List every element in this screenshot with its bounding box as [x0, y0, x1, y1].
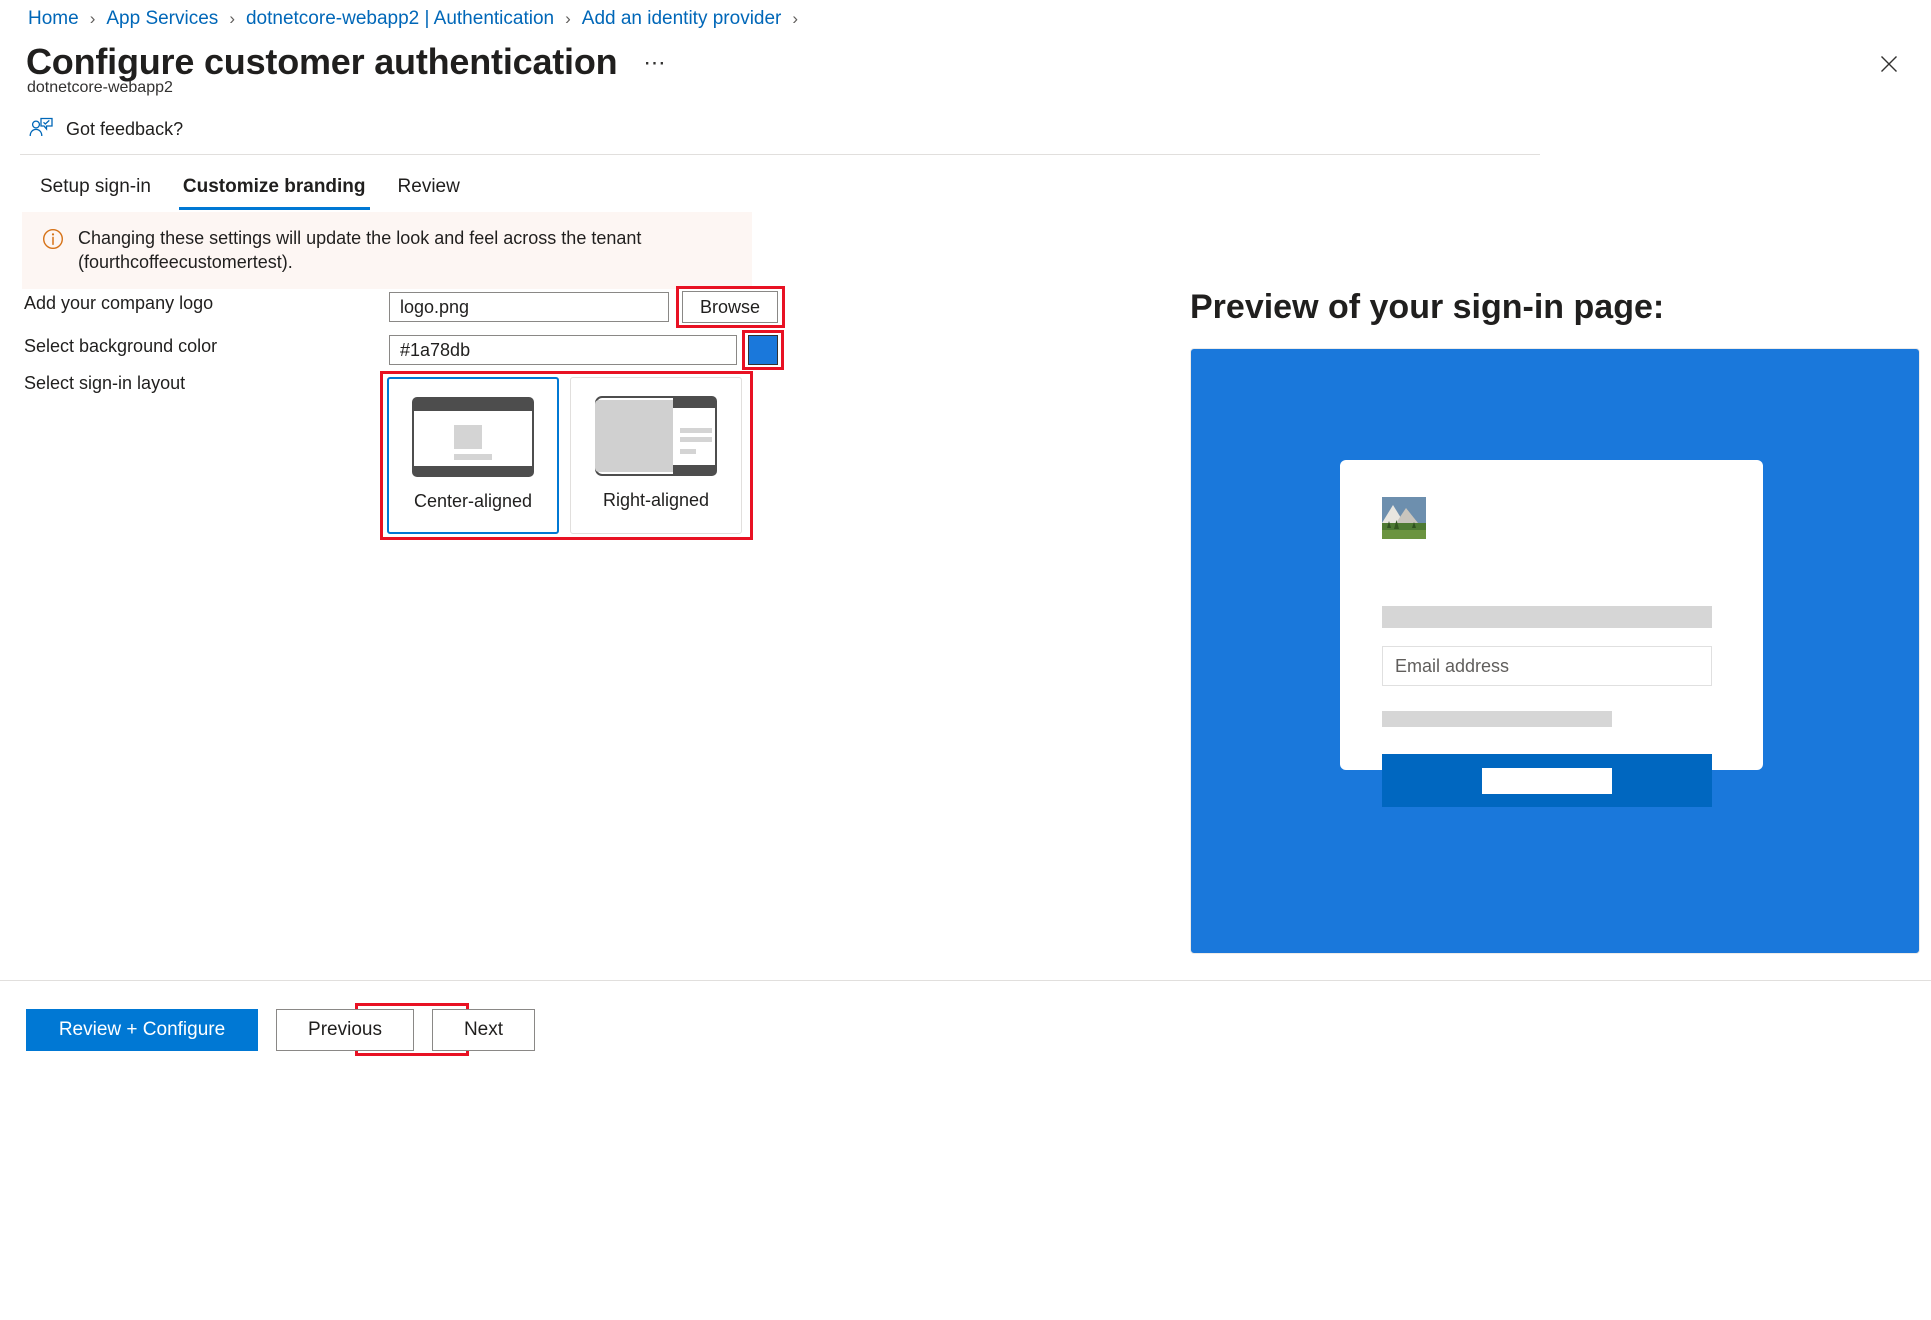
feedback-person-icon	[29, 117, 53, 137]
tab-review[interactable]: Review	[382, 170, 476, 210]
preview-company-logo	[1382, 497, 1426, 539]
layout-option-label: Center-aligned	[413, 491, 533, 511]
preview-sign-in-card: Email address	[1340, 460, 1763, 807]
breadcrumb: Home › App Services › dotnetcore-webapp2…	[28, 8, 809, 30]
breadcrumb-item-app-services[interactable]: App Services	[106, 8, 218, 30]
tab-setup-sign-in[interactable]: Setup sign-in	[24, 170, 167, 210]
background-color-input[interactable]	[389, 335, 737, 365]
preview-heading-placeholder	[1382, 606, 1712, 628]
label-background-color: Select background color	[24, 336, 218, 356]
info-banner: Changing these settings will update the …	[22, 212, 752, 289]
breadcrumb-item-authentication[interactable]: dotnetcore-webapp2 | Authentication	[246, 8, 554, 30]
info-banner-text: Changing these settings will update the …	[78, 228, 642, 273]
close-button[interactable]	[1869, 44, 1909, 84]
preview-sign-in-button[interactable]	[1382, 754, 1712, 807]
label-company-logo: Add your company logo	[24, 293, 214, 313]
page-header: Configure customer authentication ⋯	[26, 42, 667, 82]
breadcrumb-separator: ›	[229, 9, 235, 28]
sign-in-preview-panel: Email address	[1190, 348, 1920, 954]
breadcrumb-separator: ›	[565, 9, 571, 28]
info-circle-icon	[42, 228, 64, 250]
footer-divider	[0, 980, 1931, 981]
color-swatch-button[interactable]	[748, 335, 778, 365]
close-icon	[1881, 56, 1897, 72]
preview-subtext-placeholder	[1382, 711, 1612, 727]
preview-button-label-placeholder	[1482, 767, 1612, 794]
preview-email-input[interactable]: Email address	[1382, 646, 1712, 686]
blade-root: Home › App Services › dotnetcore-webapp2…	[0, 0, 1931, 1320]
right-aligned-thumbnail-icon	[595, 396, 717, 476]
next-button[interactable]: Next	[432, 1009, 535, 1051]
layout-option-label: Right-aligned	[602, 490, 710, 510]
layout-option-center-aligned[interactable]: Center-aligned	[387, 377, 559, 534]
breadcrumb-item-home[interactable]: Home	[28, 8, 79, 30]
review-configure-button[interactable]: Review + Configure	[26, 1009, 258, 1051]
header-divider	[20, 154, 1540, 155]
page-title: Configure customer authentication	[26, 41, 618, 82]
footer-actions: Review + Configure Previous Next	[26, 1009, 535, 1051]
breadcrumb-separator: ›	[792, 9, 799, 28]
breadcrumb-item-add-identity-provider[interactable]: Add an identity provider	[582, 8, 782, 30]
mountain-photo-icon	[1382, 497, 1426, 539]
company-logo-input[interactable]	[389, 292, 669, 322]
layout-option-right-aligned[interactable]: Right-aligned	[570, 377, 742, 534]
page-subtitle: dotnetcore-webapp2	[27, 79, 173, 96]
tab-customize-branding[interactable]: Customize branding	[167, 170, 382, 210]
tab-list: Setup sign-in Customize branding Review	[24, 170, 476, 210]
breadcrumb-separator: ›	[89, 9, 96, 28]
preview-title: Preview of your sign-in page:	[1190, 288, 1665, 326]
got-feedback-button[interactable]: Got feedback?	[28, 116, 183, 142]
more-options-icon[interactable]: ⋯	[643, 50, 667, 76]
got-feedback-label: Got feedback?	[66, 118, 184, 139]
browse-button[interactable]: Browse	[682, 291, 778, 323]
sign-in-layout-options: Center-aligned Right-aligned	[387, 377, 742, 534]
center-aligned-thumbnail-icon	[412, 397, 534, 477]
previous-button[interactable]: Previous	[276, 1009, 414, 1051]
label-sign-in-layout: Select sign-in layout	[24, 373, 186, 393]
